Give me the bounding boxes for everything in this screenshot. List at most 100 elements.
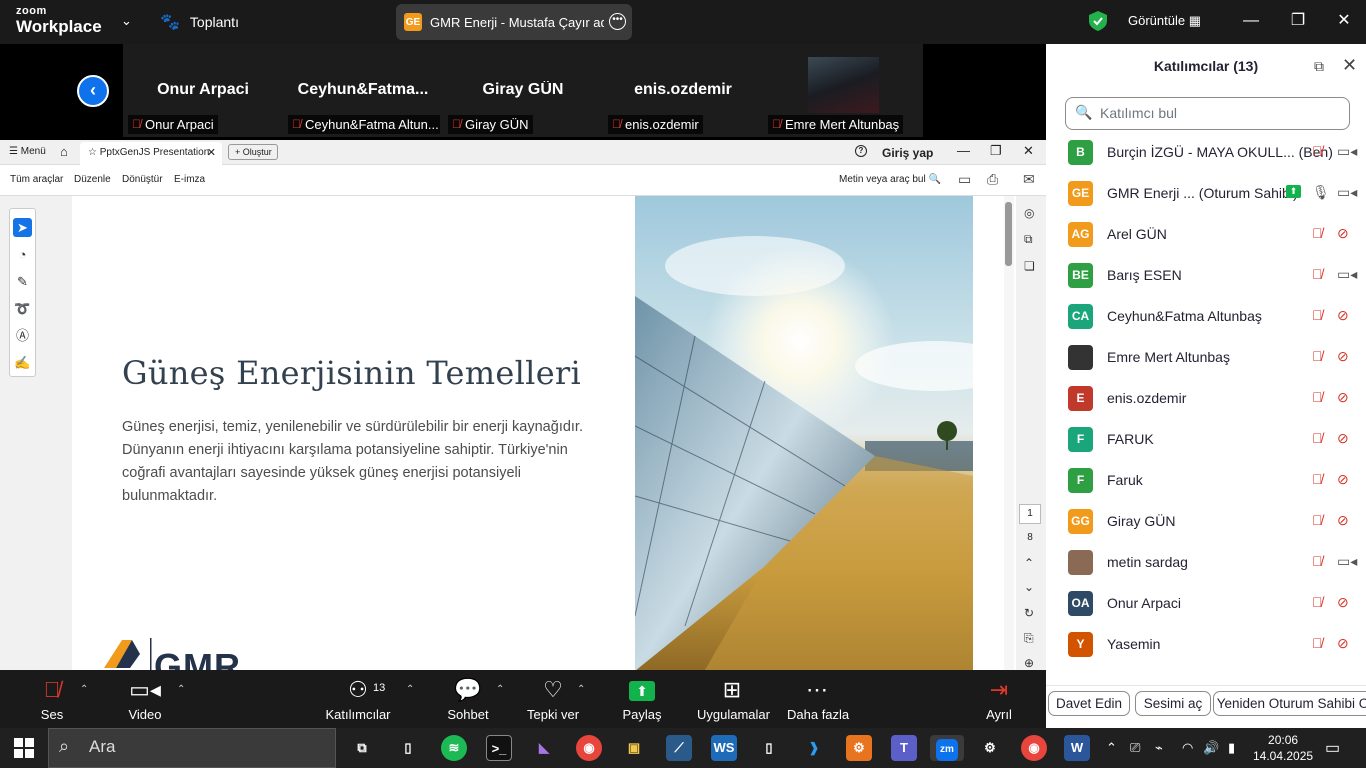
- security-shield-icon[interactable]: [1089, 11, 1107, 31]
- mic-off-icon[interactable]: 🎙̸: [1312, 348, 1323, 364]
- camera-on-icon[interactable]: ▭◂: [1337, 266, 1357, 283]
- battery-icon[interactable]: ▮: [1228, 740, 1235, 756]
- webstorm-icon[interactable]: WS: [711, 735, 737, 761]
- mic-off-icon[interactable]: 🎙̸: [1312, 225, 1323, 241]
- visual-studio-icon[interactable]: ◣: [531, 735, 557, 761]
- mic-off-icon[interactable]: 🎙̸: [1312, 594, 1323, 610]
- mail-icon[interactable]: ✉: [1023, 171, 1035, 188]
- maximize-button[interactable]: ❐: [990, 143, 1002, 159]
- participants-options-caret[interactable]: ⌃: [406, 684, 414, 695]
- vertical-scrollbar[interactable]: [1004, 196, 1014, 670]
- page-down-icon[interactable]: ⌄: [1024, 580, 1034, 594]
- settings-icon[interactable]: ⚙: [977, 735, 1003, 761]
- zoom-taskbar-icon[interactable]: zm: [930, 735, 964, 761]
- page-up-icon[interactable]: ⌃: [1024, 556, 1034, 570]
- volume-icon[interactable]: 🔊: [1203, 740, 1219, 756]
- share-indicator-pill[interactable]: GE GMR Enerji - Mustafa Çayır adlı k •••: [396, 4, 632, 40]
- login-button[interactable]: Giriş yap: [882, 146, 933, 160]
- select-tool-icon[interactable]: ➤: [13, 218, 32, 237]
- wifi-icon[interactable]: ◠: [1182, 740, 1193, 756]
- save-icon[interactable]: ▭: [958, 171, 971, 188]
- mic-off-icon[interactable]: 🎙̸: [1312, 307, 1323, 323]
- invite-button[interactable]: Davet Edin: [1048, 691, 1130, 716]
- extract-icon[interactable]: ⎘: [1024, 631, 1034, 646]
- chevron-down-icon[interactable]: ⌄: [121, 13, 132, 29]
- windows-start-icon[interactable]: [14, 738, 34, 758]
- task-view-icon[interactable]: ⧉: [349, 735, 375, 761]
- chrome-profile-icon[interactable]: ◉: [1021, 735, 1047, 761]
- pages-icon[interactable]: ❏: [1024, 259, 1035, 273]
- camera-off-icon[interactable]: ⊘: [1337, 471, 1349, 488]
- app-icon[interactable]: ⟋: [666, 735, 692, 761]
- more-options-icon[interactable]: •••: [609, 13, 626, 30]
- teams-icon[interactable]: T: [891, 735, 917, 761]
- popout-icon[interactable]: ⧉: [1314, 58, 1324, 75]
- mic-off-icon[interactable]: 🎙̸: [1312, 471, 1323, 487]
- camera-off-icon[interactable]: ⊘: [1337, 348, 1349, 365]
- home-icon[interactable]: ⌂: [60, 144, 68, 159]
- taskbar-search-input[interactable]: ⌕ Ara: [48, 728, 336, 768]
- more-button[interactable]: ⋯ Daha fazla: [787, 676, 849, 722]
- maximize-button[interactable]: ❐: [1285, 8, 1311, 34]
- close-panel-icon[interactable]: ✕: [1342, 55, 1357, 76]
- minimize-button[interactable]: —: [957, 143, 970, 158]
- zoom-in-icon[interactable]: ⊕: [1024, 656, 1034, 670]
- photos-icon[interactable]: ▣: [621, 735, 647, 761]
- camera-off-icon[interactable]: ⊘: [1337, 430, 1349, 447]
- vscode-icon[interactable]: ❱: [801, 735, 827, 761]
- video-options-caret[interactable]: ⌃: [177, 684, 185, 695]
- camera-on-icon[interactable]: ▭◂: [1337, 184, 1357, 201]
- video-tile[interactable]: enis.ozdemir 🎙̸ enis.ozdemir: [603, 44, 763, 137]
- participant-row[interactable]: GE GMR Enerji ... (Oturum Sahibi) ⬆ 🎙 ▭◂: [1046, 173, 1366, 214]
- video-tile[interactable]: Onur Arpaci 🎙̸ Onur Arpaci: [123, 44, 283, 137]
- postman-icon[interactable]: ⚙: [846, 735, 872, 761]
- camera-off-icon[interactable]: ⊘: [1337, 225, 1349, 242]
- lasso-tool-icon[interactable]: ➰: [13, 299, 32, 318]
- participant-search-input[interactable]: 🔍 Katılımcı bul: [1065, 97, 1350, 130]
- participant-row[interactable]: OA Onur Arpaci 🎙̸ ⊘: [1046, 583, 1366, 624]
- audio-options-caret[interactable]: ⌃: [80, 684, 88, 695]
- participant-row[interactable]: B Burçin İZGÜ - MAYA OKULL... (Ben) 🎙̸ ▭◂: [1046, 132, 1366, 173]
- camera-off-icon[interactable]: ⊘: [1337, 389, 1349, 406]
- meeting-menu-button[interactable]: 🐾 Toplantı: [160, 12, 239, 32]
- camera-tray-icon[interactable]: ⎚: [1130, 740, 1140, 756]
- camera-on-icon[interactable]: ▭◂: [1337, 553, 1357, 570]
- leave-button[interactable]: ⇥ Ayrıl: [979, 676, 1019, 722]
- mic-off-icon[interactable]: 🎙̸: [1312, 143, 1323, 159]
- mic-off-icon[interactable]: 🎙̸: [1312, 266, 1323, 282]
- participant-row[interactable]: F FARUK 🎙̸ ⊘: [1046, 419, 1366, 460]
- mic-off-icon[interactable]: 🎙̸: [1312, 389, 1323, 405]
- chat-options-caret[interactable]: ⌃: [496, 684, 504, 695]
- zoom-workplace-logo[interactable]: zoom Workplace: [16, 6, 102, 36]
- participant-row[interactable]: BE Barış ESEN 🎙̸ ▭◂: [1046, 255, 1366, 296]
- view-button[interactable]: Görüntüle ▦: [1128, 13, 1201, 29]
- network-tray-icon[interactable]: ⌁: [1155, 740, 1163, 756]
- video-tile[interactable]: Giray GÜN 🎙̸ Giray GÜN: [443, 44, 603, 137]
- camera-off-icon[interactable]: ⊘: [1337, 307, 1349, 324]
- file-icon[interactable]: ▯: [395, 735, 421, 761]
- participant-row[interactable]: Emre Mert Altunbaş 🎙̸ ⊘: [1046, 337, 1366, 378]
- menu-edit[interactable]: Düzenle: [74, 174, 111, 185]
- previous-page-icon[interactable]: ‹: [77, 75, 109, 107]
- system-clock[interactable]: 20:06 14.04.2025: [1253, 732, 1313, 764]
- camera-on-icon[interactable]: ▭◂: [1337, 143, 1357, 160]
- video-tile[interactable]: 🎙̸ Emre Mert Altunbaş: [763, 44, 923, 137]
- text-tool-icon[interactable]: Ⓐ: [13, 326, 32, 345]
- reclaim-host-button[interactable]: Yeniden Oturum Sahibi O: [1213, 691, 1366, 716]
- react-options-caret[interactable]: ⌃: [577, 684, 585, 695]
- mic-on-icon[interactable]: 🎙: [1312, 184, 1330, 201]
- terminal-icon[interactable]: >_: [486, 735, 512, 761]
- participant-row[interactable]: GG Giray GÜN 🎙̸ ⊘: [1046, 501, 1366, 542]
- page-number-input[interactable]: 1: [1019, 504, 1041, 524]
- find-tools-button[interactable]: Metin veya araç bul 🔍: [839, 174, 941, 185]
- menu-all-tools[interactable]: Tüm araçlar: [10, 174, 63, 185]
- unmute-me-button[interactable]: Sesimi aç: [1135, 691, 1211, 716]
- word-icon[interactable]: W: [1064, 735, 1090, 761]
- video-tile[interactable]: Ceyhun&Fatma... 🎙̸ Ceyhun&Fatma Altun...: [283, 44, 443, 137]
- signature-tool-icon[interactable]: ✍: [13, 353, 32, 372]
- help-icon[interactable]: ?: [855, 145, 867, 157]
- chrome-icon[interactable]: ◉: [576, 735, 602, 761]
- rotate-icon[interactable]: ↻: [1024, 606, 1034, 620]
- bookmark-icon[interactable]: ⧉: [1024, 232, 1033, 247]
- participant-row[interactable]: CA Ceyhun&Fatma Altunbaş 🎙̸ ⊘: [1046, 296, 1366, 337]
